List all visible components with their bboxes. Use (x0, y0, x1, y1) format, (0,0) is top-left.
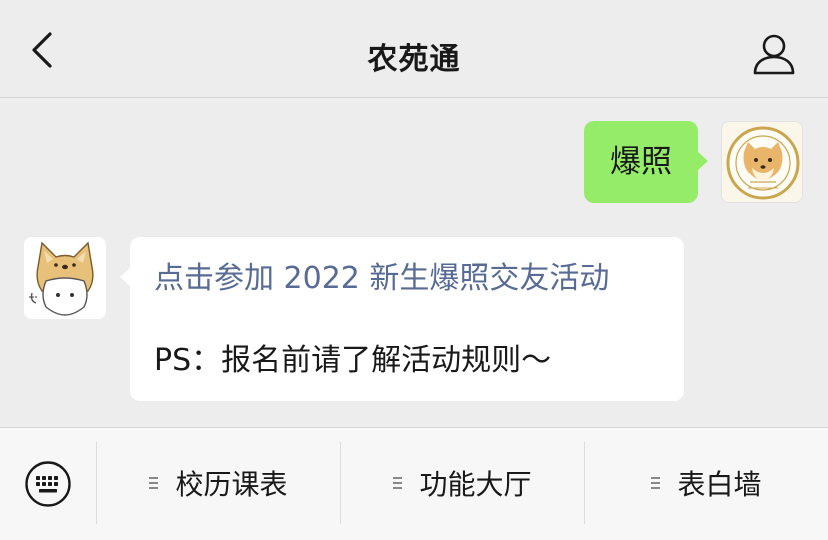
menu-item-label: 校历课表 (175, 468, 288, 501)
submenu-lines-icon (149, 475, 163, 491)
outgoing-message-bubble[interactable]: 爆照 (584, 121, 708, 203)
keyboard-icon (25, 461, 71, 507)
custom-menu-bar: 校历课表 功能大厅 表白墙 (0, 427, 828, 540)
chat-area: 爆照 点击参加 2022 新生爆照交友活动 PS：报名前请了解活动规则～ (0, 99, 828, 427)
page-title: 农苑通 (367, 42, 461, 77)
shiba-dog-avatar-icon (24, 237, 106, 319)
navigation-bar: 农苑通 (0, 0, 828, 98)
submenu-lines-icon (651, 475, 665, 491)
incoming-message-text: PS：报名前请了解活动规则～ (154, 343, 552, 378)
menu-item-function-hall[interactable]: 功能大厅 (341, 442, 584, 524)
university-seal-avatar-icon (722, 122, 802, 202)
my-avatar[interactable] (721, 121, 803, 203)
menu-item-label: 功能大厅 (419, 468, 532, 501)
menu-item-label: 表白墙 (677, 468, 762, 501)
event-signup-link[interactable]: 点击参加 2022 新生爆照交友活动 (154, 257, 660, 301)
profile-button[interactable] (752, 32, 796, 76)
official-account-avatar[interactable] (24, 237, 106, 319)
incoming-message-bubble: 点击参加 2022 新生爆照交友活动 PS：报名前请了解活动规则～ (120, 237, 684, 401)
menu-item-calendar-schedule[interactable]: 校历课表 (97, 442, 340, 524)
menu-item-confession-wall[interactable]: 表白墙 (585, 442, 828, 524)
outgoing-message-text: 爆照 (610, 144, 672, 180)
user-icon (753, 34, 795, 75)
keyboard-toggle-button[interactable] (0, 428, 96, 540)
submenu-lines-icon (393, 475, 407, 491)
